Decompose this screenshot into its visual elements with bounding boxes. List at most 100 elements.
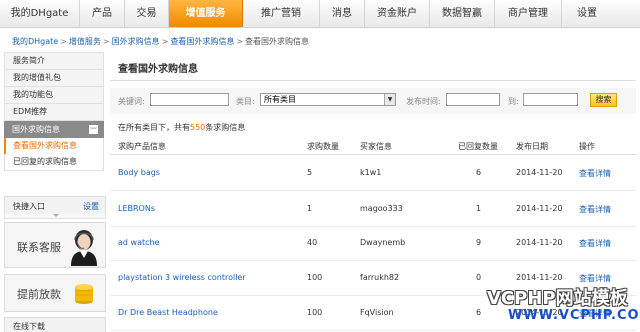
row-date: 2014-11-20 [516, 273, 563, 282]
keyword-label: 关键词: [118, 97, 145, 106]
breadcrumb-view-requests[interactable]: 查看国外求购信息 [170, 37, 234, 46]
early-payout-box[interactable]: 提前放款 [4, 274, 106, 312]
row-view-details-link[interactable]: 查看详情 [579, 168, 611, 179]
summary-prefix: 在所有类目下，共有 [118, 123, 190, 132]
quick-entry-title: 快捷入口 [13, 202, 45, 211]
customer-service-agent-icon [71, 230, 97, 266]
nav-value-added-services[interactable]: 增值服务 [169, 0, 243, 27]
row-replies: 6 [476, 308, 482, 317]
row-quantity: 100 [307, 273, 323, 282]
search-button[interactable]: 搜索 [590, 93, 617, 107]
watermark-title: VCPHP网站模板 [487, 288, 628, 309]
row-replies: 1 [476, 204, 482, 213]
sidebar-item-gift-pack[interactable]: 我的增值礼包 [4, 70, 104, 87]
nav-settings[interactable]: 设置 [562, 0, 612, 27]
sidebar-sub-replied-requests[interactable]: 已回复的求购信息 [4, 154, 104, 171]
publish-start-input[interactable] [446, 93, 500, 106]
publish-to-label: 到: [508, 97, 519, 106]
row-buyer: magoo333 [360, 204, 403, 213]
row-view-details-link[interactable]: 查看详情 [579, 273, 611, 284]
row-buyer: FqVision [360, 308, 394, 317]
quick-entry-expand[interactable] [4, 214, 106, 219]
title-divider [110, 80, 636, 81]
column-header-quantity: 求购数量 [307, 142, 339, 151]
category-select-value: 所有类目 [264, 95, 296, 104]
breadcrumb-my-dhgate[interactable]: 我的DHgate [12, 37, 58, 46]
dropdown-arrow-icon: ▼ [384, 94, 395, 105]
breadcrumb-separator: > [102, 37, 110, 46]
row-product-link[interactable]: Body bags [118, 168, 160, 177]
row-date: 2014-11-20 [516, 238, 563, 247]
breadcrumb-value-added[interactable]: 增值服务 [69, 37, 101, 46]
row-product-link[interactable]: LEBRONs [118, 204, 155, 213]
column-header-action: 操作 [579, 142, 595, 151]
sidebar-group-title: 国外求购信息 [12, 125, 60, 134]
nav-merchant-management[interactable]: 商户管理 [495, 0, 562, 27]
row-view-details-link[interactable]: 查看详情 [579, 204, 611, 215]
table-header: 求购产品信息 求购数量 买家信息 已回复数量 发布日期 操作 [110, 136, 636, 155]
breadcrumb-separator: > [236, 37, 244, 46]
column-header-product: 求购产品信息 [118, 142, 166, 151]
publish-end-input[interactable] [523, 93, 578, 106]
result-summary: 在所有类目下，共有550条求购信息 [118, 122, 245, 133]
category-label: 类目: [236, 97, 255, 106]
row-date: 2014-11-20 [516, 168, 563, 177]
row-replies: 9 [476, 238, 482, 247]
row-product-link[interactable]: ad watche [118, 238, 160, 247]
table-row: LEBRONs 1 magoo333 1 2014-11-20 查看详情 [110, 191, 636, 227]
row-quantity: 1 [307, 204, 313, 213]
sidebar: 服务简介 我的增值礼包 我的功能包 EDM推荐 国外求购信息 − 查看国外求购信… [4, 52, 104, 171]
breadcrumb-separator: > [161, 37, 169, 46]
row-replies: 6 [476, 168, 482, 177]
sidebar-item-service-intro[interactable]: 服务简介 [4, 52, 104, 70]
row-quantity: 100 [307, 308, 323, 317]
contact-service-box[interactable]: 联系客服 [4, 222, 106, 268]
breadcrumb-separator: > [60, 37, 67, 46]
sidebar-item-feature-pack[interactable]: 我的功能包 [4, 87, 104, 104]
page-title: 查看国外求购信息 [118, 64, 198, 75]
nav-products[interactable]: 产品 [80, 0, 125, 27]
nav-data-insights[interactable]: 数据智赢 [430, 0, 495, 27]
breadcrumb-current: 查看国外求购信息 [245, 37, 310, 46]
sidebar-item-edm[interactable]: EDM推荐 [4, 104, 104, 121]
summary-count: 550 [190, 123, 206, 132]
table-row: ad watche 40 Dwaynemb 9 2014-11-20 查看详情 [110, 225, 636, 261]
nav-promotion[interactable]: 推广营销 [243, 0, 320, 27]
summary-suffix: 条求购信息 [205, 123, 246, 132]
row-buyer: Dwaynemb [360, 238, 406, 247]
filter-bar: 关键词: 类目: 所有类目 ▼ 发布时间: 到: 搜索 [110, 88, 636, 114]
nav-messages[interactable]: 消息 [320, 0, 365, 27]
contact-service-label: 联系客服 [17, 241, 61, 254]
nav-fund-account[interactable]: 资金账户 [365, 0, 430, 27]
sidebar-sub-view-requests[interactable]: 查看国外求购信息 [4, 138, 104, 154]
online-download-label: 在线下载 [13, 322, 45, 331]
category-select[interactable]: 所有类目 ▼ [260, 93, 396, 106]
chevron-down-icon [53, 214, 59, 217]
nav-trade[interactable]: 交易 [125, 0, 169, 27]
column-header-buyer: 买家信息 [360, 142, 392, 151]
row-product-link[interactable]: Dr Dre Beast Headphone [118, 308, 218, 317]
row-quantity: 5 [307, 168, 313, 177]
row-product-link[interactable]: playstation 3 wireless controller [118, 273, 246, 282]
row-view-details-link[interactable]: 查看详情 [579, 238, 611, 249]
early-payout-label: 提前放款 [17, 288, 61, 301]
sidebar-group-buying-requests[interactable]: 国外求购信息 − [4, 121, 104, 138]
column-header-replies: 已回复数量 [458, 142, 498, 151]
column-header-date: 发布日期 [516, 142, 548, 151]
breadcrumb-buying-requests[interactable]: 国外求购信息 [112, 37, 160, 46]
top-nav: 我的DHgate 产品 交易 增值服务 推广营销 消息 资金账户 数据智赢 商户… [0, 0, 640, 28]
collapse-icon[interactable]: − [89, 125, 98, 134]
row-replies: 0 [476, 273, 482, 282]
publish-time-label: 发布时间: [406, 97, 441, 106]
watermark-url: WWW.VCPHP.COM [508, 308, 640, 323]
row-buyer: k1w1 [360, 168, 382, 177]
breadcrumb: 我的DHgate > 增值服务 > 国外求购信息 > 查看国外求购信息 > 查看国外求购信息 [12, 36, 309, 47]
coins-icon [75, 284, 93, 304]
quick-entry-settings-link[interactable]: 设置 [83, 201, 99, 212]
row-date: 2014-11-20 [516, 204, 563, 213]
table-row: Body bags 5 k1w1 6 2014-11-20 查看详情 [110, 155, 636, 191]
keyword-input[interactable] [150, 93, 229, 106]
nav-my-dhgate[interactable]: 我的DHgate [0, 0, 80, 27]
row-buyer: farrukh82 [360, 273, 400, 282]
quick-entry-panel: 快捷入口 设置 [4, 196, 106, 216]
